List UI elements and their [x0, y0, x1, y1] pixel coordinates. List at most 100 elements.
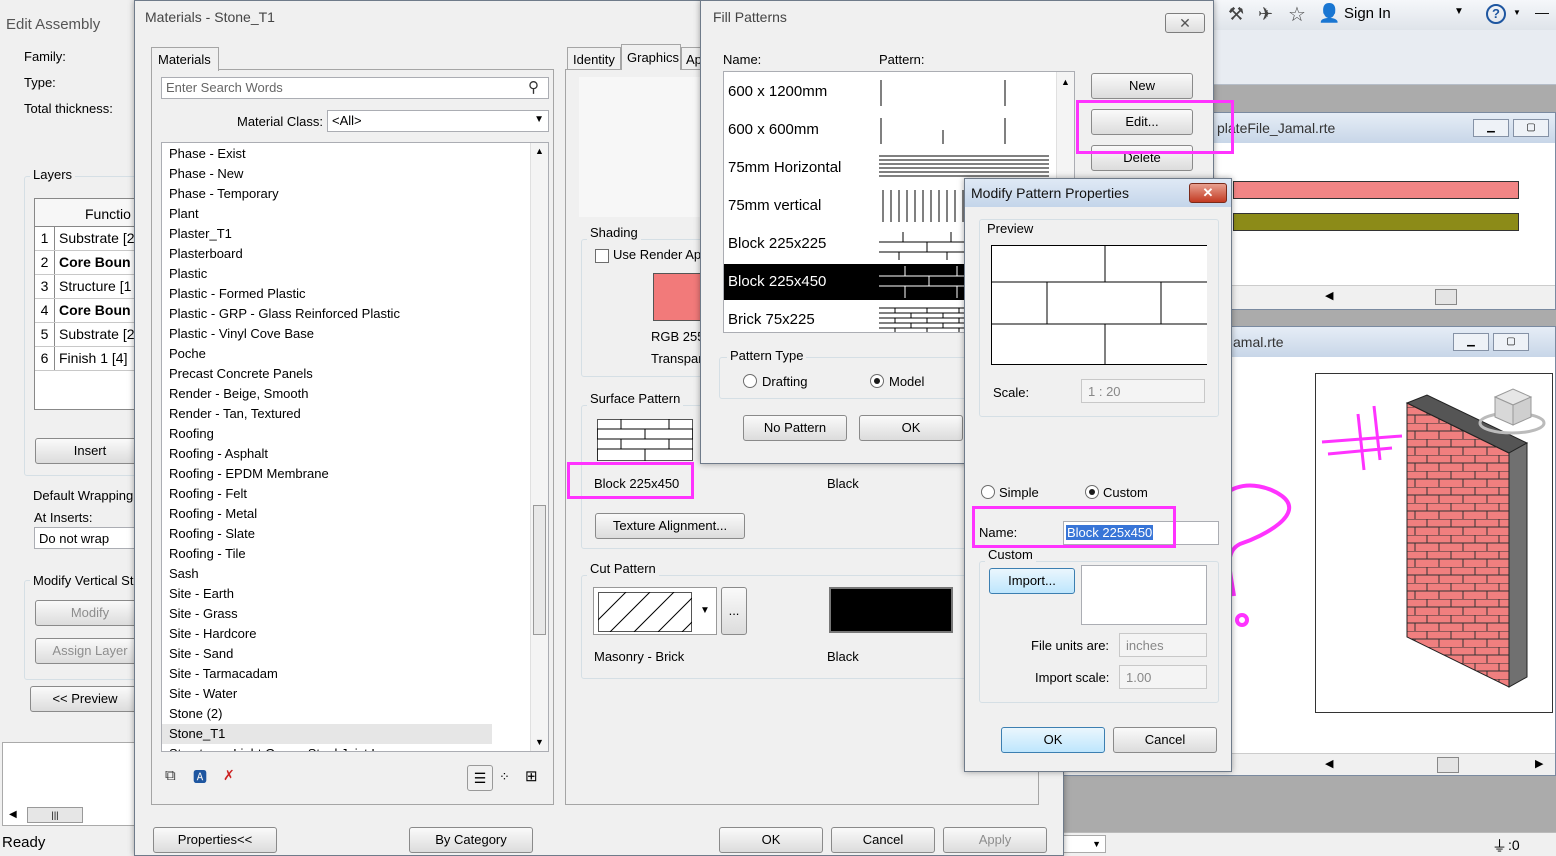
material-list-item[interactable]: Stone_T1 — [162, 724, 492, 744]
layer-row[interactable]: 3 Structure [1 — [35, 275, 139, 299]
material-list-item[interactable]: Site - Earth — [162, 584, 492, 604]
assign-layer-button[interactable]: Assign Layer — [35, 638, 145, 664]
by-category-button[interactable]: By Category — [409, 827, 533, 853]
layer-row[interactable]: 4 Core Boun — [35, 299, 139, 323]
fill-patterns-close-button[interactable]: ✕ — [1165, 13, 1205, 33]
layer-row[interactable]: 5 Substrate [2 — [35, 323, 139, 347]
modify-ok-button[interactable]: OK — [1001, 727, 1105, 753]
material-class-select[interactable]: <All> ▼ — [327, 110, 549, 132]
list-view-icon[interactable]: ☰ — [467, 765, 493, 791]
model-radio[interactable] — [870, 374, 884, 388]
view-2-maximize-button[interactable]: ▢ — [1493, 333, 1529, 351]
materials-scrollbar[interactable]: ▲ ▼ — [530, 143, 548, 751]
minimize-app-icon[interactable]: — — [1535, 4, 1549, 20]
preview-scroll-thumb[interactable]: ||| — [27, 807, 83, 823]
layer-row[interactable]: 6 Finish 1 [4] — [35, 347, 139, 371]
material-list-item[interactable]: Phase - New — [162, 164, 492, 184]
material-list-item[interactable]: Site - Grass — [162, 604, 492, 624]
new-pattern-button[interactable]: New — [1091, 73, 1193, 99]
tools-icon[interactable]: ⚒ — [1228, 4, 1244, 25]
layer-row[interactable]: 1 Substrate [2 — [35, 227, 139, 251]
search-input[interactable]: Enter Search Words ⚲ — [161, 77, 549, 99]
material-list-item[interactable]: Roofing - Metal — [162, 504, 492, 524]
material-list-item[interactable]: Phase - Exist — [162, 144, 492, 164]
material-list-item[interactable]: Phase - Temporary — [162, 184, 492, 204]
duplicate-material-icon[interactable]: ⧉ — [165, 767, 176, 784]
view-cube-icon[interactable] — [1477, 383, 1547, 437]
material-list-item[interactable]: Roofing - Slate — [162, 524, 492, 544]
wrap-at-inserts-select[interactable]: Do not wrap — [34, 527, 144, 549]
view-2-scroll-right[interactable]: ▶ — [1535, 757, 1543, 770]
material-list-item[interactable]: Poche — [162, 344, 492, 364]
materials-list[interactable]: Phase - Exist Phase - New Phase - Temporar… — [161, 142, 549, 752]
filter-icon[interactable]: ⏚ — [1492, 835, 1507, 856]
surface-pattern-preview[interactable] — [597, 419, 693, 461]
texture-alignment-button[interactable]: Texture Alignment... — [595, 513, 745, 539]
material-list-item[interactable]: Plastic - Formed Plastic — [162, 284, 492, 304]
scroll-up-icon[interactable]: ▲ — [535, 146, 544, 156]
material-list-item[interactable]: Plastic — [162, 264, 492, 284]
material-list-item[interactable]: Render - Beige, Smooth — [162, 384, 492, 404]
fill-patterns-ok-button[interactable]: OK — [859, 415, 963, 441]
cut-color-swatch[interactable] — [829, 587, 953, 633]
materials-apply-button[interactable]: Apply — [943, 827, 1047, 853]
material-list-item[interactable]: Render - Tan, Textured — [162, 404, 492, 424]
material-list-item[interactable]: Structure - Light Gauge Steel Joist Laye… — [162, 744, 492, 751]
search-icon[interactable]: ⚲ — [528, 78, 539, 96]
simple-radio[interactable] — [981, 485, 995, 499]
drafting-radio[interactable] — [743, 374, 757, 388]
properties-button[interactable]: Properties<< — [153, 827, 277, 853]
material-list-item[interactable]: Site - Sand — [162, 644, 492, 664]
no-pattern-button[interactable]: No Pattern — [743, 415, 847, 441]
import-button[interactable]: Import... — [989, 568, 1075, 594]
preview-button[interactable]: << Preview — [30, 686, 140, 712]
view-2-minimize-button[interactable]: ▁ — [1453, 333, 1489, 351]
material-list-item[interactable]: Sash — [162, 564, 492, 584]
tab-materials[interactable]: Materials — [151, 47, 219, 71]
fp-scroll-up-icon[interactable]: ▲ — [1061, 77, 1070, 87]
material-list-item[interactable]: Plastic - GRP - Glass Reinforced Plastic — [162, 304, 492, 324]
scroll-down-icon[interactable]: ▼ — [535, 737, 544, 747]
cut-pattern-select[interactable]: ▼ — [593, 587, 717, 635]
material-list-item[interactable]: Plasterboard — [162, 244, 492, 264]
modify-cancel-button[interactable]: Cancel — [1113, 727, 1217, 753]
scroll-thumb[interactable] — [533, 505, 546, 635]
view-1-minimize-button[interactable]: ▁ — [1473, 119, 1509, 137]
material-list-item[interactable]: Roofing - Tile — [162, 544, 492, 564]
sign-in-dropdown-icon[interactable]: ▼ — [1454, 6, 1464, 17]
material-list-item[interactable]: Plaster_T1 — [162, 224, 492, 244]
modify-pattern-close-button[interactable]: ✕ — [1189, 183, 1227, 203]
star-icon[interactable]: ☆ — [1288, 2, 1306, 27]
delete-material-icon[interactable]: ✗ — [223, 767, 235, 784]
material-list-item[interactable]: Plastic - Vinyl Cove Base — [162, 324, 492, 344]
material-list-item[interactable]: Plant — [162, 204, 492, 224]
tab-graphics[interactable]: Graphics — [621, 44, 681, 70]
material-list-item[interactable]: Site - Water — [162, 684, 492, 704]
materials-ok-button[interactable]: OK — [719, 827, 823, 853]
view-2-scroll-thumb[interactable] — [1437, 757, 1459, 773]
use-render-checkbox[interactable] — [595, 249, 609, 263]
help-icon[interactable]: ? — [1486, 4, 1506, 24]
material-list-item[interactable]: Roofing - Asphalt — [162, 444, 492, 464]
material-list-item[interactable]: Roofing — [162, 424, 492, 444]
view-1-scroll-thumb[interactable] — [1435, 289, 1457, 305]
cut-pattern-dropdown-icon[interactable]: ▼ — [700, 605, 710, 616]
fill-pattern-row[interactable]: 600 x 1200mm — [724, 74, 1054, 110]
layer-row[interactable]: 2 Core Boun — [35, 251, 139, 275]
material-list-item[interactable]: Site - Tarmacadam — [162, 664, 492, 684]
view-2-scroll-left[interactable]: ◀ — [1325, 757, 1333, 770]
sign-in-link[interactable]: Sign In — [1344, 5, 1391, 22]
cut-pattern-more-button[interactable]: ... — [721, 587, 747, 635]
material-list-item[interactable]: Roofing - EPDM Membrane — [162, 464, 492, 484]
material-list-item[interactable]: Site - Hardcore — [162, 624, 492, 644]
fill-pattern-row[interactable]: 600 x 600mm — [724, 112, 1054, 148]
small-icons-view-icon[interactable]: ⁘ — [499, 769, 510, 785]
materials-cancel-button[interactable]: Cancel — [831, 827, 935, 853]
file-units-field[interactable]: inches — [1119, 633, 1207, 657]
custom-radio[interactable] — [1085, 485, 1099, 499]
material-list-item[interactable]: Roofing - Felt — [162, 484, 492, 504]
rename-material-icon[interactable]: 🅰 — [193, 767, 207, 787]
preview-scroll-left[interactable]: ◀ — [9, 809, 17, 820]
insert-button[interactable]: Insert — [35, 438, 145, 464]
material-list-item[interactable]: Precast Concrete Panels — [162, 364, 492, 384]
